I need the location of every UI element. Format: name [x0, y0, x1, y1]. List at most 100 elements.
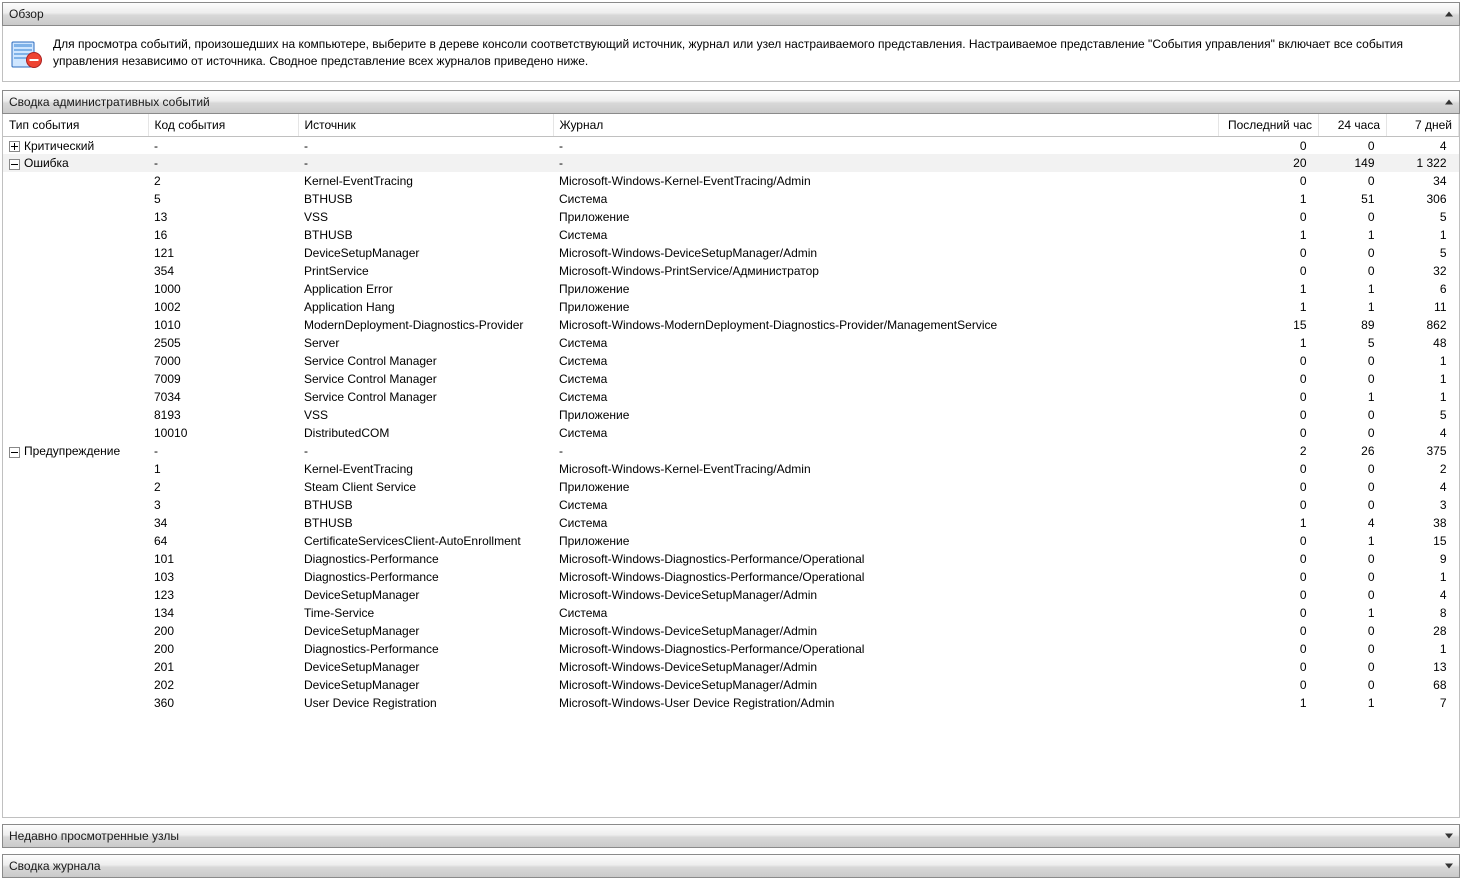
cell-d7: 1	[1387, 352, 1459, 370]
event-row[interactable]: 64CertificateServicesClient-AutoEnrollme…	[3, 532, 1459, 550]
recent-nodes-panel-header[interactable]: Недавно просмотренные узлы	[2, 824, 1460, 848]
cell-lastHour: 0	[1219, 550, 1319, 568]
col-last-hour[interactable]: Последний час	[1219, 114, 1319, 137]
cell-h24: 0	[1319, 136, 1387, 154]
expand-tree-icon[interactable]	[9, 141, 20, 152]
event-row[interactable]: 200DeviceSetupManagerMicrosoft-Windows-D…	[3, 622, 1459, 640]
event-row[interactable]: 13VSSПриложение005	[3, 208, 1459, 226]
cell-source: PrintService	[298, 262, 553, 280]
cell-h24: 0	[1319, 640, 1387, 658]
event-row[interactable]: 7000Service Control ManagerСистема001	[3, 352, 1459, 370]
event-row[interactable]: 10010DistributedCOMСистема004	[3, 424, 1459, 442]
cell-journal: Microsoft-Windows-DeviceSetupManager/Adm…	[553, 586, 1219, 604]
event-row[interactable]: 360User Device RegistrationMicrosoft-Win…	[3, 694, 1459, 712]
event-row[interactable]: 7009Service Control ManagerСистема001	[3, 370, 1459, 388]
cell-journal: Microsoft-Windows-Diagnostics-Performanc…	[553, 568, 1219, 586]
event-row[interactable]: 7034Service Control ManagerСистема011	[3, 388, 1459, 406]
event-row[interactable]: 201DeviceSetupManagerMicrosoft-Windows-D…	[3, 658, 1459, 676]
cell-journal: Система	[553, 370, 1219, 388]
col-event-code[interactable]: Код события	[148, 114, 298, 137]
cell-h24: 1	[1319, 532, 1387, 550]
col-7d[interactable]: 7 дней	[1387, 114, 1459, 137]
col-journal[interactable]: Журнал	[553, 114, 1219, 137]
cell-code: 123	[148, 586, 298, 604]
overview-info-text: Для просмотра событий, произошедших на к…	[53, 36, 1451, 71]
cell-code: 10010	[148, 424, 298, 442]
cell-lastHour: 0	[1219, 172, 1319, 190]
collapse-icon	[1445, 12, 1453, 17]
cell-source: BTHUSB	[298, 226, 553, 244]
journal-summary-panel-header[interactable]: Сводка журнала	[2, 854, 1460, 878]
event-row[interactable]: 8193VSSПриложение005	[3, 406, 1459, 424]
cell-source: VSS	[298, 208, 553, 226]
event-row[interactable]: 134Time-ServiceСистема018	[3, 604, 1459, 622]
event-row[interactable]: 1002Application HangПриложение1111	[3, 298, 1459, 316]
event-row[interactable]: 34BTHUSBСистема1438	[3, 514, 1459, 532]
cell-source: DeviceSetupManager	[298, 658, 553, 676]
event-row[interactable]: 1Kernel-EventTracingMicrosoft-Windows-Ke…	[3, 460, 1459, 478]
event-row[interactable]: 2505ServerСистема1548	[3, 334, 1459, 352]
cell-lastHour: 1	[1219, 298, 1319, 316]
cell-code: 1	[148, 460, 298, 478]
summary-panel-header[interactable]: Сводка административных событий	[2, 90, 1460, 114]
cell-journal: Приложение	[553, 532, 1219, 550]
cell-d7: 4	[1387, 586, 1459, 604]
cell-d7: 375	[1387, 442, 1459, 460]
cell-lastHour: 0	[1219, 352, 1319, 370]
cell-source: Steam Client Service	[298, 478, 553, 496]
cell-source: Service Control Manager	[298, 352, 553, 370]
cell-lastHour: 1	[1219, 334, 1319, 352]
event-row[interactable]: 354PrintServiceMicrosoft-Windows-PrintSe…	[3, 262, 1459, 280]
cell-journal: Приложение	[553, 208, 1219, 226]
cell-source: DistributedCOM	[298, 424, 553, 442]
cell-h24: 0	[1319, 370, 1387, 388]
cell-code: 2505	[148, 334, 298, 352]
event-row[interactable]: 101Diagnostics-PerformanceMicrosoft-Wind…	[3, 550, 1459, 568]
collapse-tree-icon[interactable]	[9, 447, 20, 458]
cell-code: 121	[148, 244, 298, 262]
col-24h[interactable]: 24 часа	[1319, 114, 1387, 137]
event-row[interactable]: 2Steam Client ServiceПриложение004	[3, 478, 1459, 496]
category-row[interactable]: Ошибка---201491 322	[3, 154, 1459, 172]
event-row[interactable]: 5BTHUSBСистема151306	[3, 190, 1459, 208]
cell-h24: 1	[1319, 226, 1387, 244]
event-row[interactable]: 1010ModernDeployment-Diagnostics-Provide…	[3, 316, 1459, 334]
events-table-scroll[interactable]: Тип события Код события Источник Журнал …	[3, 114, 1459, 817]
cell-journal: Система	[553, 424, 1219, 442]
col-event-type[interactable]: Тип события	[3, 114, 148, 137]
collapse-tree-icon[interactable]	[9, 159, 20, 170]
cell-code: 5	[148, 190, 298, 208]
cell-d7: 38	[1387, 514, 1459, 532]
event-row[interactable]: 1000Application ErrorПриложение116	[3, 280, 1459, 298]
event-row[interactable]: 16BTHUSBСистема111	[3, 226, 1459, 244]
cell-d7: 2	[1387, 460, 1459, 478]
cell-journal: Microsoft-Windows-DeviceSetupManager/Adm…	[553, 676, 1219, 694]
overview-panel-header[interactable]: Обзор	[2, 2, 1460, 26]
cell-journal: Система	[553, 496, 1219, 514]
event-row[interactable]: 200Diagnostics-PerformanceMicrosoft-Wind…	[3, 640, 1459, 658]
cell-lastHour: 0	[1219, 676, 1319, 694]
col-source[interactable]: Источник	[298, 114, 553, 137]
cell-lastHour: 0	[1219, 424, 1319, 442]
event-row[interactable]: 2Kernel-EventTracingMicrosoft-Windows-Ke…	[3, 172, 1459, 190]
cell-source: -	[298, 136, 553, 154]
cell-journal: Microsoft-Windows-Kernel-EventTracing/Ad…	[553, 460, 1219, 478]
cell-journal: Система	[553, 604, 1219, 622]
cell-source: Kernel-EventTracing	[298, 460, 553, 478]
event-row[interactable]: 3BTHUSBСистема003	[3, 496, 1459, 514]
category-row[interactable]: Предупреждение---226375	[3, 442, 1459, 460]
cell-h24: 0	[1319, 496, 1387, 514]
event-row[interactable]: 103Diagnostics-PerformanceMicrosoft-Wind…	[3, 568, 1459, 586]
event-row[interactable]: 121DeviceSetupManagerMicrosoft-Windows-D…	[3, 244, 1459, 262]
cell-lastHour: 0	[1219, 640, 1319, 658]
event-row[interactable]: 202DeviceSetupManagerMicrosoft-Windows-D…	[3, 676, 1459, 694]
cell-journal: Приложение	[553, 478, 1219, 496]
cell-journal: Microsoft-Windows-ModernDeployment-Diagn…	[553, 316, 1219, 334]
event-row[interactable]: 123DeviceSetupManagerMicrosoft-Windows-D…	[3, 586, 1459, 604]
cell-source: -	[298, 154, 553, 172]
category-row[interactable]: Критический---004	[3, 136, 1459, 154]
cell-lastHour: 0	[1219, 244, 1319, 262]
cell-lastHour: 1	[1219, 694, 1319, 712]
cell-code: 3	[148, 496, 298, 514]
cell-source: Time-Service	[298, 604, 553, 622]
